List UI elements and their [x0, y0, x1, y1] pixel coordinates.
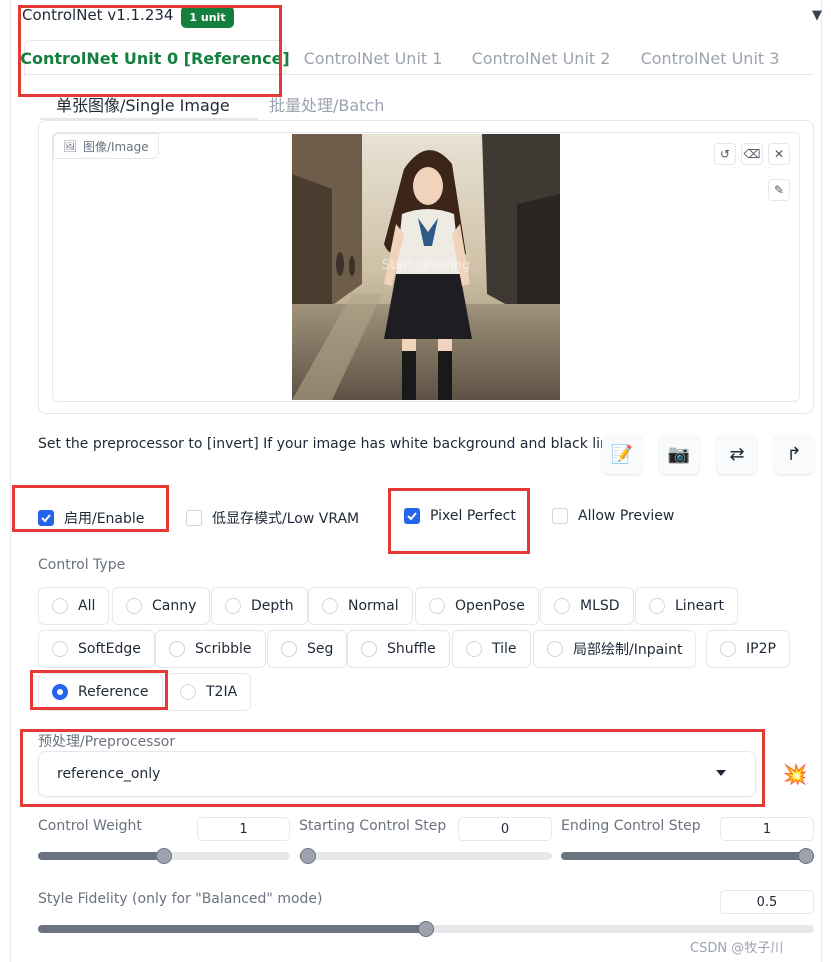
starting-step-track[interactable]: [299, 852, 552, 860]
eraser-icon[interactable]: ⌫: [741, 143, 763, 165]
control-type-t2ia[interactable]: T2IA: [166, 673, 252, 711]
highlight-box-enable: [12, 485, 169, 532]
allow-preview-checkbox[interactable]: Allow Preview: [552, 508, 674, 524]
radio-label: SoftEdge: [78, 641, 141, 657]
control-weight-input[interactable]: 1: [197, 817, 290, 841]
radio-label: Canny: [152, 598, 197, 614]
brush-icon[interactable]: ✎: [768, 179, 790, 201]
radio-label: All: [78, 598, 96, 614]
radio-icon: [361, 641, 377, 657]
start-drawing-overlay: Start drawing: [381, 258, 471, 273]
checkbox-unchecked-icon: [552, 508, 568, 524]
ending-step-input[interactable]: 1: [720, 817, 814, 841]
ending-step-fill: [561, 852, 814, 860]
radio-label: Normal: [348, 598, 399, 614]
checkbox-unchecked-icon: [186, 510, 202, 526]
radio-label: Depth: [251, 598, 294, 614]
starting-step-input[interactable]: 0: [458, 817, 552, 841]
control-type-depth[interactable]: Depth: [211, 587, 308, 625]
radio-icon: [126, 598, 142, 614]
highlight-box-tab: [18, 5, 282, 97]
control-type-shuffle[interactable]: Shuffle: [347, 630, 450, 668]
radio-icon: [720, 641, 736, 657]
image-label: 🖼 图像/Image: [53, 133, 159, 159]
radio-label: Scribble: [195, 641, 252, 657]
radio-label: IP2P: [746, 641, 776, 657]
close-icon[interactable]: ✕: [768, 143, 790, 165]
radio-icon: [180, 684, 196, 700]
radio-icon: [169, 641, 185, 657]
control-type-ip2p[interactable]: IP2P: [706, 630, 790, 668]
allow-preview-label: Allow Preview: [578, 508, 675, 524]
undo-icon[interactable]: ↺: [714, 143, 736, 165]
swap-icon[interactable]: ⇄: [717, 434, 757, 474]
radio-icon: [281, 641, 297, 657]
ending-step-handle[interactable]: [798, 848, 814, 864]
style-fidelity-handle[interactable]: [418, 921, 434, 937]
radio-label: Lineart: [675, 598, 724, 614]
radio-icon: [52, 641, 68, 657]
control-type-seg[interactable]: Seg: [267, 630, 348, 668]
control-type-all[interactable]: All: [38, 587, 110, 625]
radio-icon: [547, 641, 563, 657]
tab-unit-3[interactable]: ControlNet Unit 3: [633, 40, 787, 76]
control-type-mlsd[interactable]: MLSD: [540, 587, 634, 625]
radio-label: Tile: [492, 641, 517, 657]
radio-label: Shuffle: [387, 641, 436, 657]
explosion-icon[interactable]: 💥: [776, 755, 814, 793]
radio-icon: [52, 598, 68, 614]
starting-step-handle[interactable]: [300, 848, 316, 864]
style-fidelity-label: Style Fidelity (only for "Balanced" mode…: [38, 891, 323, 907]
control-type-normal[interactable]: Normal: [308, 587, 413, 625]
send-dimensions-icon[interactable]: ↱: [774, 434, 814, 474]
control-type-tile[interactable]: Tile: [452, 630, 531, 668]
radio-icon: [649, 598, 665, 614]
radio-icon: [322, 598, 338, 614]
control-weight-handle[interactable]: [156, 848, 172, 864]
low-vram-label: 低显存模式/Low VRAM: [212, 511, 360, 527]
radio-icon: [225, 598, 241, 614]
radio-icon: [554, 598, 570, 614]
preprocessor-hint: Set the preprocessor to [invert] If your…: [38, 436, 630, 452]
radio-label: 局部绘制/Inpaint: [573, 642, 683, 658]
control-type-label: Control Type: [38, 557, 126, 573]
highlight-box-preprocessor: [20, 729, 765, 807]
watermark: CSDN @牧子川: [690, 941, 784, 956]
starting-step-label: Starting Control Step: [299, 818, 447, 834]
style-fidelity-fill: [38, 925, 426, 933]
radio-icon: [429, 598, 445, 614]
control-type-softedge[interactable]: SoftEdge: [38, 630, 155, 668]
camera-icon[interactable]: 📷: [659, 434, 699, 474]
highlight-box-reference: [30, 670, 168, 710]
image-icon: 🖼: [63, 139, 77, 153]
triangle-down-icon[interactable]: ▼: [812, 8, 822, 23]
highlight-box-pixel-perfect: [388, 488, 530, 554]
subtab-batch[interactable]: 批量处理/Batch: [269, 90, 384, 118]
radio-label: OpenPose: [455, 598, 525, 614]
control-type-openpose[interactable]: OpenPose: [415, 587, 539, 625]
control-weight-fill: [38, 852, 164, 860]
control-type-scribble[interactable]: Scribble: [155, 630, 266, 668]
radio-label: MLSD: [580, 598, 620, 614]
low-vram-checkbox[interactable]: 低显存模式/Low VRAM: [186, 508, 359, 528]
radio-icon: [466, 641, 482, 657]
ending-step-label: Ending Control Step: [561, 818, 701, 834]
notepad-icon[interactable]: 📝: [602, 434, 642, 474]
style-fidelity-input[interactable]: 0.5: [720, 890, 814, 914]
tab-unit-1[interactable]: ControlNet Unit 1: [296, 40, 450, 76]
radio-label: Seg: [307, 641, 334, 657]
control-weight-label: Control Weight: [38, 818, 142, 834]
control-type-inpaint[interactable]: 局部绘制/Inpaint: [533, 630, 697, 668]
radio-label: T2IA: [206, 684, 238, 700]
tab-unit-2[interactable]: ControlNet Unit 2: [464, 40, 618, 76]
control-type-canny[interactable]: Canny: [112, 587, 211, 625]
image-label-text: 图像/Image: [82, 139, 149, 154]
control-type-lineart[interactable]: Lineart: [635, 587, 738, 625]
